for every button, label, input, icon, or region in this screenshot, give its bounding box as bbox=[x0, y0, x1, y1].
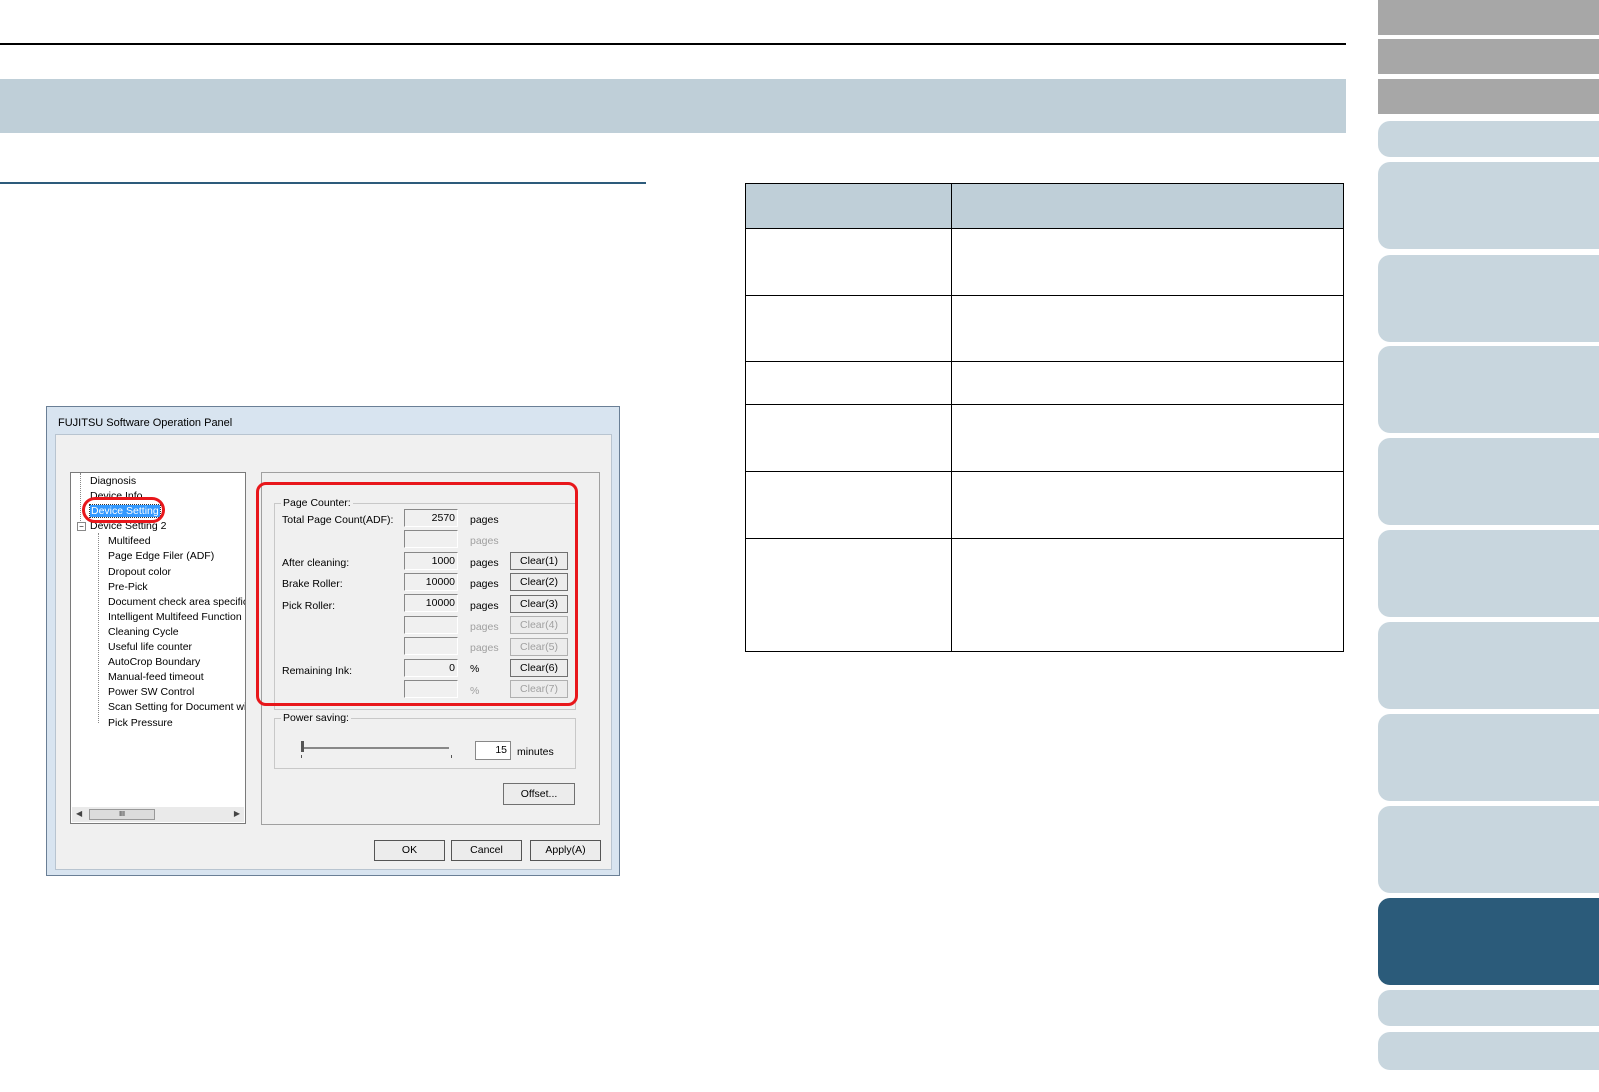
table-header-row bbox=[745, 183, 1344, 229]
power-saving-group: Power saving: bbox=[274, 712, 576, 769]
slider-tick bbox=[451, 755, 452, 758]
slider-tick bbox=[301, 755, 302, 758]
scrollbar-thumb[interactable]: III bbox=[89, 809, 155, 820]
side-tab-2[interactable] bbox=[1378, 39, 1599, 74]
tree-item-cleaning-cycle[interactable]: Cleaning Cycle bbox=[108, 626, 179, 639]
table-row bbox=[745, 361, 1344, 405]
side-tab-5[interactable] bbox=[1378, 162, 1599, 249]
side-tab-12[interactable] bbox=[1378, 806, 1599, 893]
table-row bbox=[745, 471, 1344, 539]
scroll-right-icon[interactable]: ▶ bbox=[234, 809, 240, 818]
title-band bbox=[0, 79, 1346, 133]
table-row bbox=[745, 228, 1344, 296]
device-setting-highlight bbox=[82, 497, 165, 523]
offset-button[interactable]: Offset... bbox=[503, 783, 575, 805]
side-tab-1[interactable] bbox=[1378, 0, 1599, 35]
table-row bbox=[745, 538, 1344, 652]
tree-item-document-check-area[interactable]: Document check area specific bbox=[108, 596, 245, 609]
power-saving-legend: Power saving: bbox=[283, 712, 349, 724]
side-tab-13[interactable] bbox=[1378, 990, 1599, 1026]
tree-collapse-icon[interactable]: − bbox=[77, 522, 86, 531]
window-title: FUJITSU Software Operation Panel bbox=[58, 417, 233, 429]
tree-item-pre-pick[interactable]: Pre-Pick bbox=[108, 581, 148, 594]
tree-item-multifeed[interactable]: Multifeed bbox=[108, 535, 151, 548]
settings-tree[interactable]: − Diagnosis Device Info Device Setting D… bbox=[70, 472, 246, 824]
table-row bbox=[745, 404, 1344, 472]
info-table bbox=[745, 183, 1344, 652]
side-tab-8[interactable] bbox=[1378, 438, 1599, 525]
power-saving-slider-track[interactable] bbox=[301, 747, 449, 749]
tree-item-diagnosis[interactable]: Diagnosis bbox=[90, 475, 136, 488]
side-tab-14[interactable] bbox=[1378, 1032, 1599, 1070]
tree-item-pick-pressure[interactable]: Pick Pressure bbox=[108, 717, 173, 730]
side-tab-active[interactable] bbox=[1378, 898, 1599, 985]
side-tab-3[interactable] bbox=[1378, 79, 1599, 114]
table-header-cell bbox=[745, 183, 952, 229]
power-saving-minutes-input[interactable]: 15 bbox=[475, 741, 511, 760]
side-tab-4[interactable] bbox=[1378, 121, 1599, 157]
cancel-button[interactable]: Cancel bbox=[451, 840, 522, 861]
apply-button[interactable]: Apply(A) bbox=[530, 840, 601, 861]
page-counter-highlight bbox=[256, 482, 578, 706]
tree-item-intelligent-multifeed[interactable]: Intelligent Multifeed Function bbox=[108, 611, 242, 624]
section-rule bbox=[0, 182, 646, 184]
top-rule bbox=[0, 43, 1346, 45]
tree-item-manual-feed-timeout[interactable]: Manual-feed timeout bbox=[108, 671, 204, 684]
tree-item-scan-setting[interactable]: Scan Setting for Document wit bbox=[108, 701, 245, 714]
tree-item-autocrop-boundary[interactable]: AutoCrop Boundary bbox=[108, 656, 200, 669]
tree-item-power-sw-control[interactable]: Power SW Control bbox=[108, 686, 194, 699]
table-row bbox=[745, 295, 1344, 362]
tree-item-page-edge-filer[interactable]: Page Edge Filer (ADF) bbox=[108, 550, 214, 563]
power-saving-slider-thumb[interactable] bbox=[301, 741, 304, 752]
power-saving-unit: minutes bbox=[517, 746, 554, 758]
scroll-left-icon[interactable]: ◀ bbox=[76, 809, 82, 818]
side-tab-10[interactable] bbox=[1378, 622, 1599, 709]
side-tab-7[interactable] bbox=[1378, 346, 1599, 433]
tree-item-dropout-color[interactable]: Dropout color bbox=[108, 566, 171, 579]
tree-line bbox=[80, 473, 81, 525]
tree-item-useful-life-counter[interactable]: Useful life counter bbox=[108, 641, 192, 654]
tree-horizontal-scrollbar[interactable]: ◀ III ▶ bbox=[72, 807, 244, 822]
ok-button[interactable]: OK bbox=[374, 840, 445, 861]
tree-line bbox=[98, 533, 99, 723]
side-tab-11[interactable] bbox=[1378, 714, 1599, 801]
side-tab-6[interactable] bbox=[1378, 255, 1599, 342]
table-header-cell bbox=[951, 183, 1344, 229]
side-tab-9[interactable] bbox=[1378, 530, 1599, 617]
